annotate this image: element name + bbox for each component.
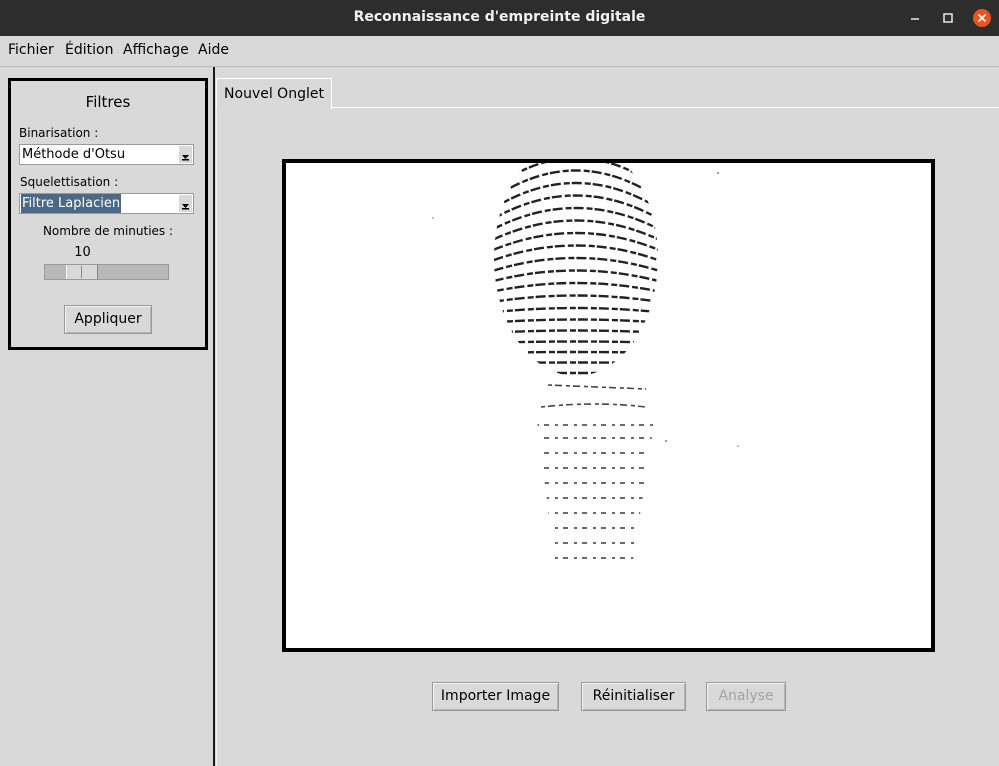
fingerprint-drawing	[432, 163, 739, 559]
menu-affichage[interactable]: Affichage	[123, 42, 189, 58]
binarisation-select[interactable]: Méthode d'Otsu	[19, 144, 194, 165]
minuties-value: 10	[74, 245, 91, 260]
tab-panel-edge	[216, 108, 217, 766]
minimize-icon	[911, 18, 919, 20]
reset-button[interactable]: Réinitialiser	[581, 682, 686, 711]
squelettisation-select[interactable]: Filtre Laplacien	[19, 193, 194, 214]
dropdown-arrow-icon[interactable]	[179, 195, 192, 212]
dropdown-arrow-icon[interactable]	[179, 146, 192, 163]
maximize-icon	[943, 13, 953, 23]
filters-box: Filtres Binarisation : Méthode d'Otsu Sq…	[8, 78, 208, 350]
slider-thumb[interactable]	[66, 265, 98, 279]
analyse-button[interactable]: Analyse	[706, 682, 786, 711]
menu-bar: Fichier Édition Affichage Aide	[0, 36, 999, 67]
filters-title: Filtres	[85, 93, 131, 111]
tab-nouvel-onglet[interactable]: Nouvel Onglet	[216, 78, 332, 109]
minimize-button[interactable]	[905, 8, 925, 28]
fingerprint-image	[282, 159, 935, 652]
window-titlebar: Reconnaissance d'empreinte digitale	[0, 0, 999, 36]
window-title: Reconnaissance d'empreinte digitale	[353, 9, 646, 25]
tab-bar-line	[332, 107, 999, 108]
import-image-button[interactable]: Importer Image	[432, 682, 559, 711]
close-icon	[973, 9, 991, 27]
apply-button[interactable]: Appliquer	[64, 305, 152, 334]
menu-edition[interactable]: Édition	[65, 42, 113, 58]
minuties-label: Nombre de minuties :	[42, 224, 174, 238]
squelettisation-label: Squelettisation :	[20, 175, 119, 189]
menu-fichier[interactable]: Fichier	[8, 42, 54, 58]
close-button[interactable]	[972, 8, 992, 28]
binarisation-label: Binarisation :	[19, 126, 99, 140]
minuties-slider[interactable]	[44, 264, 169, 280]
maximize-button[interactable]	[938, 8, 958, 28]
menu-aide[interactable]: Aide	[198, 42, 229, 58]
squelettisation-value: Filtre Laplacien	[21, 194, 122, 213]
binarisation-value: Méthode d'Otsu	[22, 147, 126, 162]
left-panel: Filtres Binarisation : Méthode d'Otsu Sq…	[0, 67, 215, 766]
